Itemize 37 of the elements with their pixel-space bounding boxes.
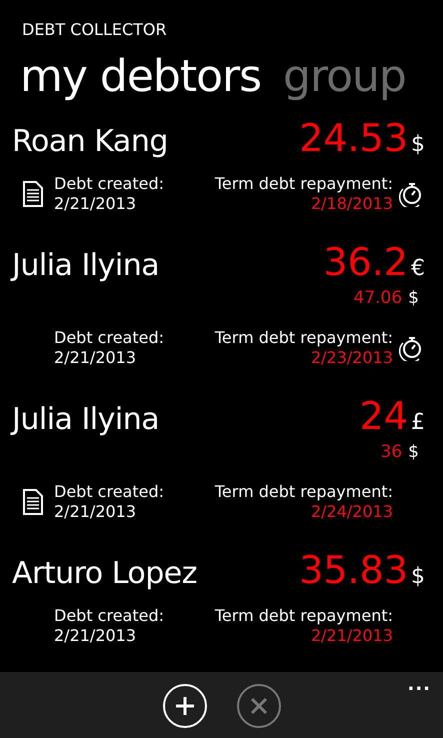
debt-amount: 35.83 [299, 548, 408, 592]
created-date: 2/21/2013 [54, 348, 138, 368]
debt-amount: 24.53 [299, 116, 408, 160]
created-label: Debt created: [54, 606, 166, 626]
currency-symbol: $ [408, 288, 419, 308]
term-date: 2/21/2013 [310, 626, 393, 646]
debtor-name[interactable]: Roan Kang [12, 124, 168, 159]
created-label: Debt created: [54, 482, 166, 502]
debt-amount: 24 [360, 394, 408, 438]
term-date: 2/18/2013 [310, 194, 393, 214]
currency-symbol: £ [411, 410, 425, 435]
currency-symbol: $ [408, 442, 419, 462]
term-label: Term debt repayment: [214, 328, 393, 348]
created-label: Debt created: [54, 328, 166, 348]
created-date: 2/21/2013 [54, 194, 138, 214]
term-label: Term debt repayment: [214, 174, 393, 194]
debt-amount: 36.2 [323, 240, 408, 284]
term-date: 2/24/2013 [310, 502, 393, 522]
created-date: 2/21/2013 [54, 626, 138, 646]
term-label: Term debt repayment: [214, 482, 393, 502]
debtor-name[interactable]: Arturo Lopez [12, 556, 197, 591]
add-button[interactable] [162, 684, 206, 728]
currency-symbol: $ [411, 564, 425, 589]
currency-symbol: $ [411, 132, 425, 157]
term-date: 2/23/2013 [310, 348, 393, 368]
more-button[interactable]: ... [407, 674, 431, 695]
created-date: 2/21/2013 [54, 502, 138, 522]
debtor-name[interactable]: Julia Ilyina [12, 402, 160, 437]
currency-symbol: € [411, 256, 425, 281]
app-title: DEBT COLLECTOR [21, 19, 168, 41]
converted-amount: 47.06 [354, 288, 402, 308]
pivot-header[interactable]: my debtors [20, 50, 262, 102]
term-label: Term debt repayment: [214, 606, 393, 626]
debtor-name[interactable]: Julia Ilyina [12, 248, 160, 283]
converted-amount: 36 [380, 442, 402, 462]
pivot-header[interactable]: group [283, 50, 406, 102]
created-label: Debt created: [54, 174, 166, 194]
